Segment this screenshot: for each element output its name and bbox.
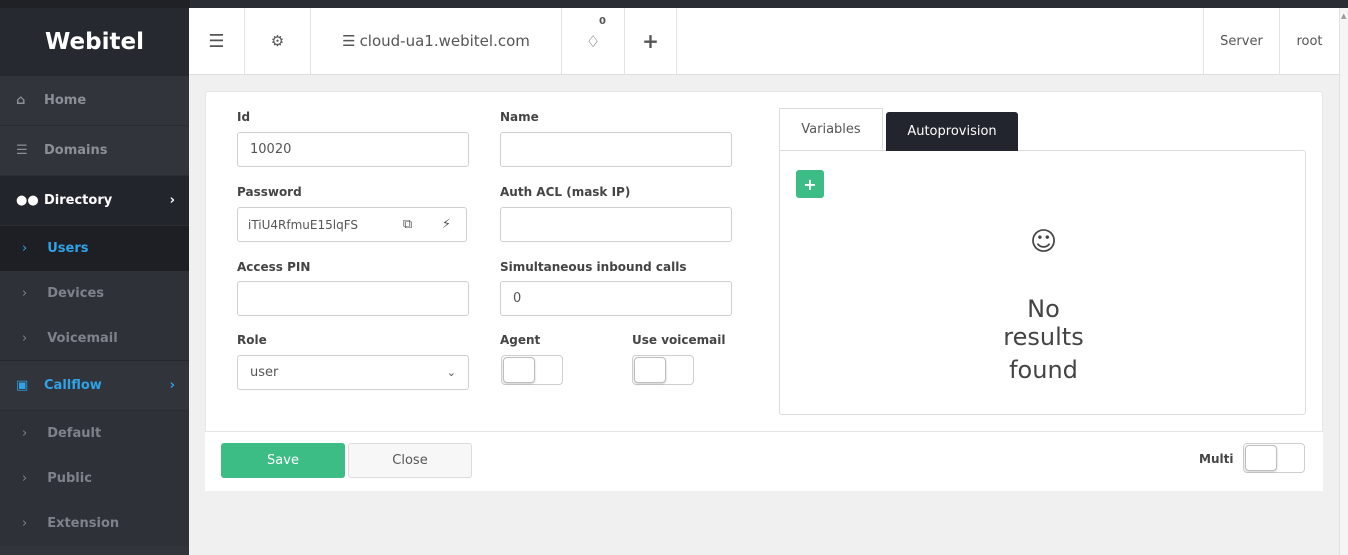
form-footer: Save Close Multi [205, 431, 1323, 491]
brand-logo[interactable]: Webitel [0, 8, 189, 76]
multi-toggle[interactable] [1243, 443, 1305, 473]
sitemap-icon: ▣ [16, 378, 29, 393]
hamburger-icon: ☰ [208, 30, 225, 52]
window-top-strip [0, 0, 1348, 8]
menu-toggle-button[interactable]: ☰ [189, 8, 245, 74]
chevron-right-icon: › [22, 426, 28, 441]
sidebar-subitem-users[interactable]: › Users [0, 226, 189, 271]
user-label: root [1296, 33, 1323, 49]
scrollbar[interactable]: ▲ [1339, 8, 1348, 555]
chevron-right-icon: › [169, 193, 175, 208]
server-button[interactable]: Server [1204, 8, 1280, 74]
auth-acl-label: Auth ACL (mask IP) [500, 185, 631, 199]
database-icon: ☰ [342, 32, 356, 50]
bell-icon: ♢ [585, 31, 601, 51]
frown-icon: ☺ [1029, 227, 1058, 257]
toggle-knob [503, 357, 535, 383]
users-icon: ●● [16, 193, 39, 208]
simultaneous-calls-field[interactable]: 0 [500, 281, 732, 316]
sidebar-subitem-default[interactable]: › Default [0, 411, 189, 456]
empty-message-line2: results [1003, 323, 1084, 351]
generate-password-button[interactable]: ⚡ [427, 207, 467, 242]
auth-acl-field[interactable] [500, 207, 732, 242]
database-icon: ☰ [16, 143, 28, 158]
notifications-button[interactable]: ♢ 0 [562, 8, 625, 74]
toggle-knob [634, 357, 666, 383]
empty-message-line3: found [1009, 356, 1078, 384]
home-icon: ⌂ [16, 93, 26, 108]
user-menu-button[interactable]: root [1280, 8, 1339, 74]
chevron-right-icon: › [22, 471, 28, 486]
agent-label: Agent [500, 333, 541, 347]
access-pin-field[interactable] [237, 281, 469, 316]
password-field[interactable]: iTiU4RfmuE15lqFS [237, 207, 389, 242]
top-bar: ☰ ⚙ ☰ cloud-ua1.webitel.com ♢ 0 + Server… [189, 8, 1339, 75]
access-pin-label: Access PIN [237, 260, 311, 274]
role-select[interactable]: user ⌄ [237, 355, 469, 390]
agent-toggle[interactable] [501, 355, 563, 385]
toggle-knob [1245, 445, 1277, 471]
server-label: Server [1220, 33, 1263, 49]
chevron-right-icon: › [22, 330, 28, 346]
simultaneous-calls-label: Simultaneous inbound calls [500, 260, 687, 274]
sidebar-item-label: Default [47, 426, 102, 441]
notifications-count: 0 [599, 16, 606, 27]
sidebar-item-label: Directory [44, 193, 113, 208]
domain-selector[interactable]: ☰ cloud-ua1.webitel.com [311, 8, 562, 74]
id-label: Id [237, 110, 251, 124]
domain-name: cloud-ua1.webitel.com [359, 32, 530, 50]
chevron-down-icon: ⌄ [446, 366, 456, 379]
multi-label: Multi [1199, 452, 1234, 466]
add-button[interactable]: + [625, 8, 677, 74]
sidebar: Webitel ⌂ Home ☰ Domains ●● Directory › … [0, 8, 189, 555]
save-button[interactable]: Save [221, 443, 345, 478]
sidebar-item-home[interactable]: ⌂ Home [0, 76, 189, 126]
sidebar-item-label: Home [44, 93, 87, 108]
sidebar-item-domains[interactable]: ☰ Domains [0, 126, 189, 176]
role-label: Role [237, 333, 267, 347]
sidebar-item-label: Users [47, 241, 89, 256]
plus-icon: + [642, 29, 659, 53]
sidebar-subitem-extension[interactable]: › Extension [0, 501, 189, 546]
sidebar-item-directory[interactable]: ●● Directory › [0, 176, 189, 226]
chevron-right-icon: › [22, 516, 28, 531]
chevron-right-icon: › [22, 286, 28, 301]
use-voicemail-toggle[interactable] [632, 355, 694, 385]
name-field[interactable] [500, 132, 732, 167]
sidebar-item-label: Public [47, 471, 92, 486]
role-selected-value: user [250, 365, 279, 380]
id-field[interactable]: 10020 [237, 132, 469, 167]
tabs-area: + ☺ No results found Variables Autoprovi… [779, 108, 1306, 415]
use-voicemail-label: Use voicemail [632, 333, 726, 347]
scroll-up-icon: ▲ [1341, 12, 1347, 20]
sidebar-item-label: Domains [44, 143, 108, 158]
plus-icon: + [803, 174, 817, 194]
sidebar-item-label: Devices [47, 286, 105, 301]
copy-icon: ⧉ [402, 217, 413, 232]
variables-panel: + ☺ No results found [779, 150, 1306, 415]
settings-button[interactable]: ⚙ [245, 8, 311, 74]
sidebar-subitem-public[interactable]: › Public [0, 456, 189, 501]
add-variable-button[interactable]: + [796, 170, 824, 198]
sidebar-item-label: Callflow [44, 378, 102, 393]
tab-autoprovision[interactable]: Autoprovision [886, 112, 1018, 151]
gears-icon: ⚙ [270, 32, 285, 50]
bolt-icon: ⚡ [441, 217, 452, 232]
chevron-right-icon: › [22, 241, 28, 256]
chevron-right-icon: › [169, 378, 175, 393]
sidebar-subitem-devices[interactable]: › Devices [0, 271, 189, 316]
sidebar-item-label: Extension [47, 516, 120, 531]
empty-message-line1: No [1027, 295, 1060, 323]
password-label: Password [237, 185, 302, 199]
sidebar-item-callflow[interactable]: ▣ Callflow › [0, 361, 189, 411]
sidebar-subitem-voicemail[interactable]: › Voicemail [0, 316, 189, 361]
tab-variables[interactable]: Variables [779, 108, 883, 150]
copy-password-button[interactable]: ⧉ [388, 207, 428, 242]
sidebar-item-label: Voicemail [47, 330, 118, 346]
topbar-spacer [677, 8, 1204, 74]
close-button[interactable]: Close [348, 443, 472, 478]
name-label: Name [500, 110, 539, 124]
